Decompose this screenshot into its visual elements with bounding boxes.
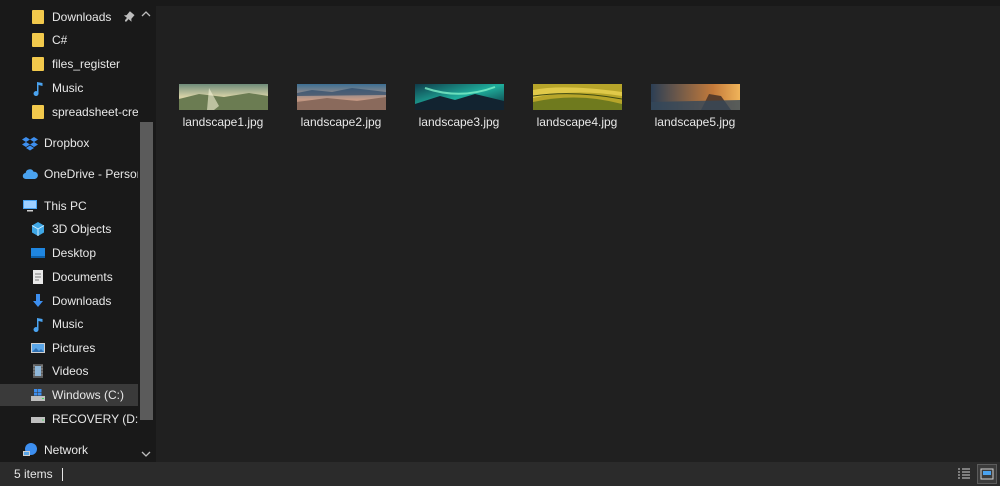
nav-item-windows-c[interactable]: Windows (C:) — [0, 384, 138, 406]
status-separator — [62, 468, 63, 481]
nav-item-videos[interactable]: Videos — [30, 360, 138, 382]
nav-item-label: Pictures — [52, 341, 96, 355]
nav-item-label: Downloads — [52, 10, 112, 24]
file-item[interactable]: landscape4.jpg — [522, 84, 632, 136]
film-strip-icon — [30, 363, 46, 379]
file-name: landscape4.jpg — [536, 115, 618, 129]
large-icons-view-button[interactable] — [977, 464, 997, 484]
item-count: 5 items — [14, 467, 53, 481]
image-thumbnail — [415, 84, 504, 110]
pictures-icon — [30, 340, 46, 356]
nav-item-label: C# — [52, 33, 68, 47]
file-item[interactable]: landscape3.jpg — [404, 84, 514, 136]
music-note-icon — [30, 80, 46, 96]
nav-item-label: Downloads — [52, 294, 112, 308]
network-icon — [22, 442, 38, 458]
nav-item-recovery-d[interactable]: RECOVERY (D:) — [30, 408, 138, 430]
quick-access-files-register[interactable]: files_register — [30, 53, 138, 75]
navigation-pane: Downloads C# files_register Music spread… — [0, 0, 156, 462]
music-note-icon — [30, 316, 46, 332]
details-view-button[interactable] — [955, 465, 973, 483]
dropbox-icon — [22, 135, 38, 151]
file-name: landscape1.jpg — [182, 115, 264, 129]
nav-item-label: Network — [44, 443, 89, 457]
nav-item-onedrive[interactable]: OneDrive - Personal — [22, 163, 138, 185]
details-view-icon — [958, 468, 970, 479]
drive-icon — [30, 411, 46, 427]
desktop-icon — [30, 245, 46, 261]
file-list-pane[interactable]: landscape1.jpg landscape2.jpg landscape3… — [156, 6, 1000, 462]
image-thumbnail — [651, 84, 740, 110]
nav-item-dropbox[interactable]: Dropbox — [22, 132, 138, 154]
nav-item-label: OneDrive - Personal — [44, 167, 138, 181]
nav-item-pictures[interactable]: Pictures — [30, 337, 138, 359]
quick-access-downloads[interactable]: Downloads — [30, 6, 120, 28]
nav-item-documents[interactable]: Documents — [30, 266, 138, 288]
nav-item-label: This PC — [44, 199, 87, 213]
nav-item-label: Windows (C:) — [52, 388, 125, 402]
nav-item-downloads[interactable]: Downloads — [30, 290, 138, 312]
file-item[interactable]: landscape1.jpg — [168, 84, 278, 136]
large-icons-view-icon — [980, 468, 994, 480]
nav-item-label: Videos — [52, 364, 89, 378]
image-thumbnail — [533, 84, 622, 110]
nav-item-label: Documents — [52, 270, 113, 284]
nav-item-label: files_register — [52, 57, 121, 71]
nav-item-label: Desktop — [52, 246, 97, 260]
drive-windows-icon — [30, 387, 46, 403]
nav-item-label: Music — [52, 81, 84, 95]
nav-scrollbar-thumb[interactable] — [140, 122, 153, 420]
folder-icon — [30, 56, 46, 72]
nav-item-this-pc[interactable]: This PC — [22, 195, 138, 217]
pin-icon[interactable] — [123, 11, 135, 23]
nav-item-label: Dropbox — [44, 136, 90, 150]
quick-access-music[interactable]: Music — [30, 77, 138, 99]
quick-access-csharp[interactable]: C# — [30, 29, 138, 51]
cloud-icon — [22, 166, 38, 182]
document-icon — [30, 269, 46, 285]
nav-item-label: spreadsheet-creator — [52, 105, 138, 119]
nav-item-music[interactable]: Music — [30, 313, 138, 335]
nav-item-desktop[interactable]: Desktop — [30, 242, 138, 264]
image-thumbnail — [179, 84, 268, 110]
folder-icon — [30, 9, 46, 25]
quick-access-spreadsheet-creator[interactable]: spreadsheet-creator — [30, 101, 138, 123]
cube-icon — [30, 221, 46, 237]
nav-item-label: RECOVERY (D:) — [52, 412, 138, 426]
file-name: landscape2.jpg — [300, 115, 382, 129]
computer-icon — [22, 198, 38, 214]
file-name: landscape5.jpg — [654, 115, 736, 129]
nav-item-network[interactable]: Network — [22, 439, 138, 461]
file-name: landscape3.jpg — [418, 115, 500, 129]
chevron-down-icon[interactable] — [140, 448, 152, 460]
nav-item-label: 3D Objects — [52, 222, 112, 236]
nav-item-3d-objects[interactable]: 3D Objects — [30, 218, 138, 240]
download-arrow-icon — [30, 293, 46, 309]
nav-item-label: Music — [52, 317, 84, 331]
status-bar: 5 items — [0, 462, 1000, 486]
file-item[interactable]: landscape2.jpg — [286, 84, 396, 136]
folder-icon — [30, 32, 46, 48]
file-item[interactable]: landscape5.jpg — [640, 84, 750, 136]
image-thumbnail — [297, 84, 386, 110]
folder-icon — [30, 104, 46, 120]
